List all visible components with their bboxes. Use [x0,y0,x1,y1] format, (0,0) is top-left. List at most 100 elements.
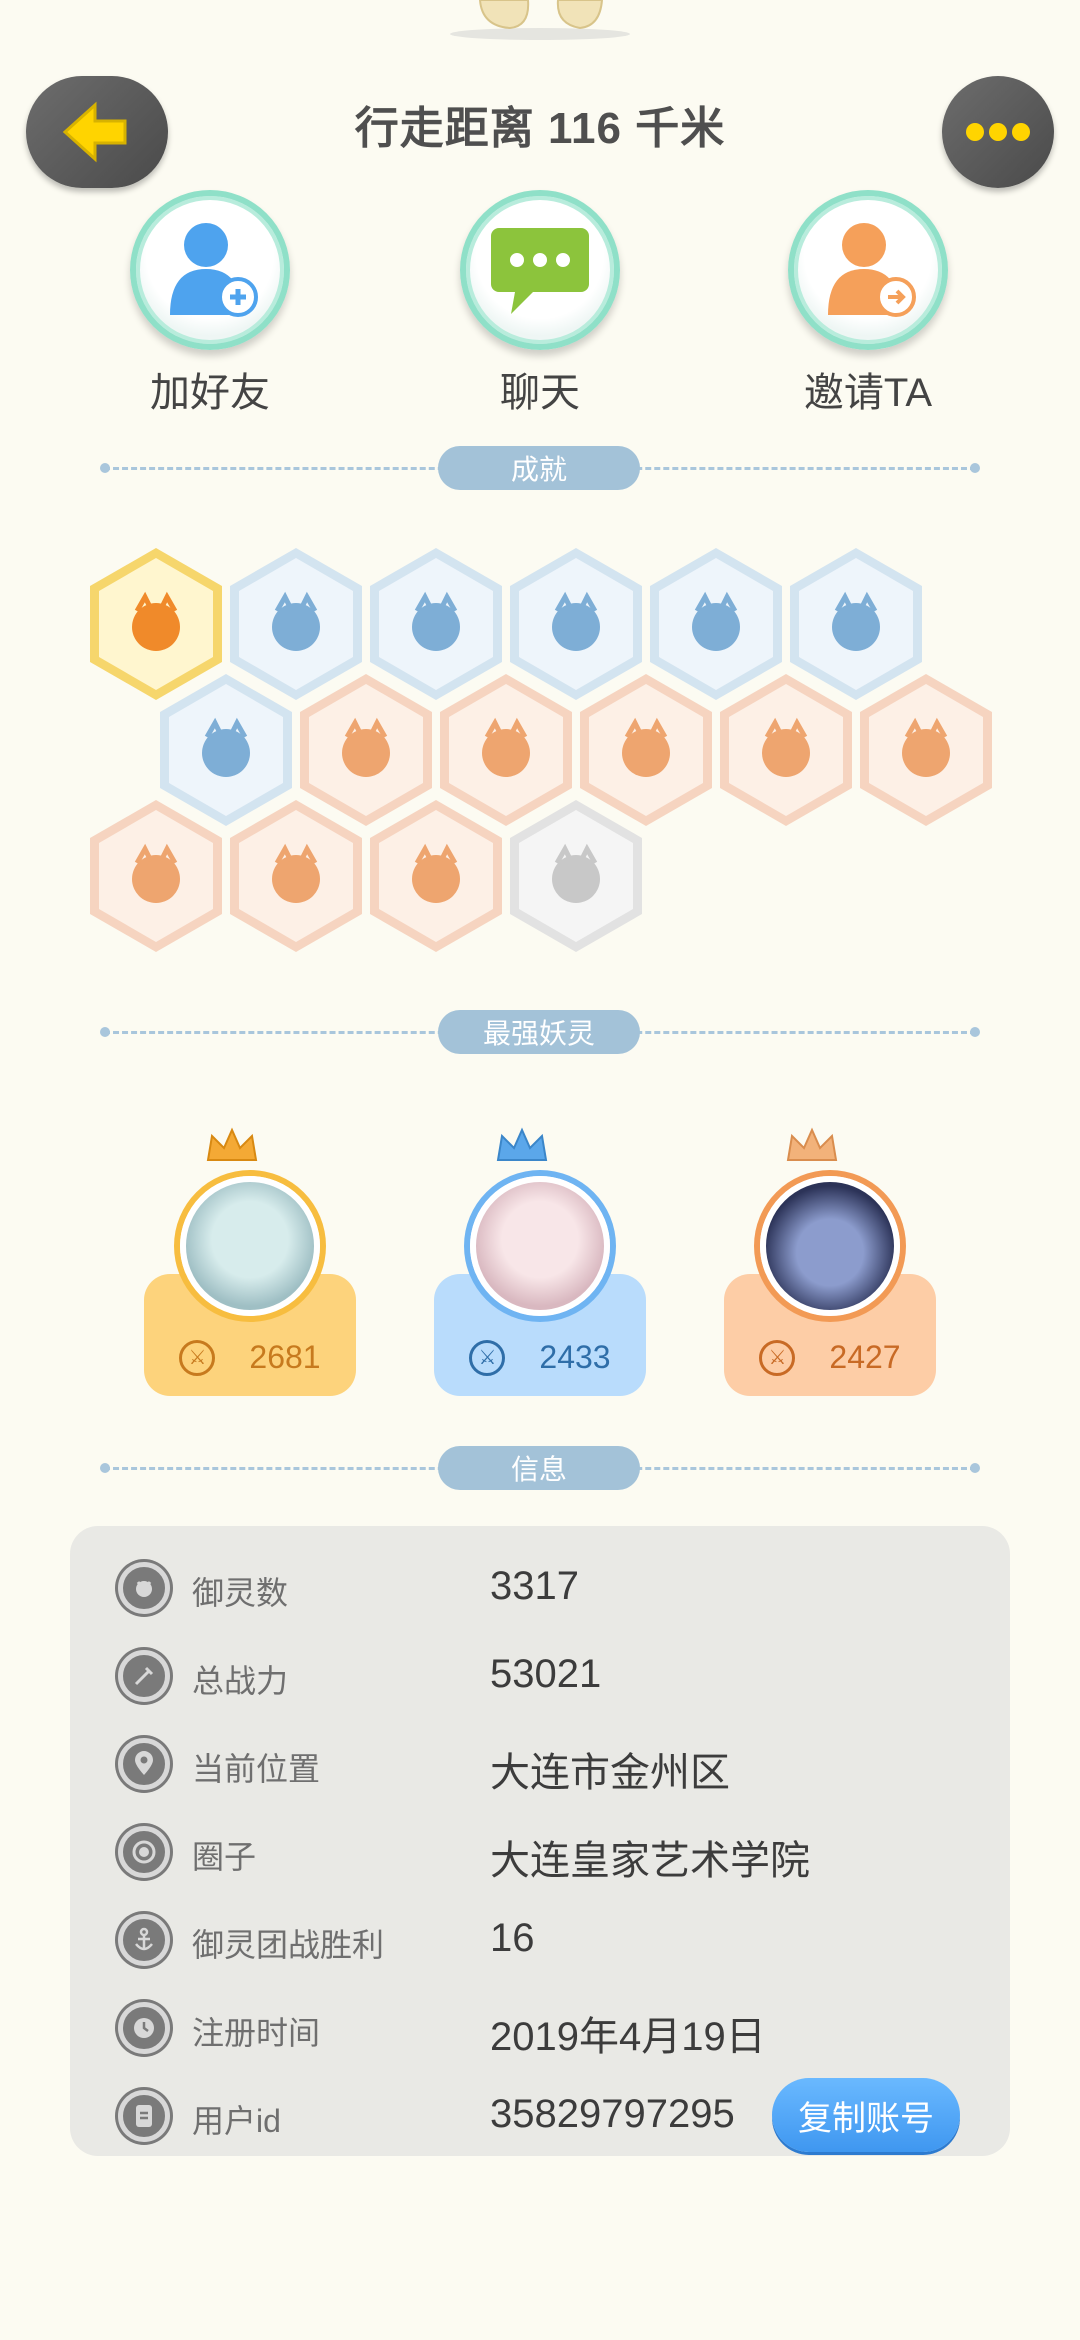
achievement-badge[interactable] [650,548,782,700]
achievement-badge-inner [589,684,703,816]
chat-action[interactable]: 聊天 [450,190,630,418]
info-label: 注册时间 [192,2015,321,2051]
info-row-spirit-count: 御灵数 3317 [70,1546,1010,1634]
more-dots-icon [966,123,1030,141]
info-row-register-time: 注册时间 2019年4月19日 [70,1986,1010,2074]
info-row-circle: 圈子 大连皇家艺术学院 [70,1810,1010,1898]
page-title: 行走距离 116 千米 [354,104,726,153]
spirit-card-1[interactable]: ⚔ 2681 [144,1127,356,1396]
strongest-divider: 最强妖灵 [100,1010,980,1054]
achievements-divider: 成就 [100,446,980,490]
info-value: 2019年4月19日 [490,2015,766,2059]
info-value: 16 [490,1916,535,1960]
achievement-badge[interactable] [580,674,712,826]
anchor-icon [118,1914,170,1966]
achievement-badge-inner [659,558,773,690]
info-divider: 信息 [100,1446,980,1490]
achievement-badge-inner [799,558,913,690]
info-value: 35829797295 [490,2092,735,2136]
achievement-badge-inner [309,684,423,816]
radar-badge-icon [412,591,460,651]
info-label: 用户id [192,2103,281,2139]
achievement-badge-inner [99,810,213,942]
info-row-location: 当前位置 大连市金州区 [70,1722,1010,1810]
achievement-badge[interactable] [160,674,292,826]
invite-button[interactable] [788,190,948,350]
invite-action[interactable]: 邀请TA [778,190,958,418]
chat-button[interactable] [460,190,620,350]
achievement-badge[interactable] [370,548,502,700]
swirl-badge-icon [482,717,530,777]
achievement-badge[interactable] [720,674,852,826]
info-label: 圈子 [192,1839,257,1875]
achievement-badge-inner [379,810,493,942]
achievement-badge-inner [169,684,283,816]
achievement-badge[interactable] [90,800,222,952]
add-friend-button[interactable] [130,190,290,350]
copy-account-button[interactable]: 复制账号 [772,2078,960,2152]
circle-group-icon [118,1826,170,1878]
info-value: 3317 [490,1564,579,1608]
info-row-team-wins: 御灵团战胜利 16 [70,1898,1010,1986]
achievement-badge-inner [519,810,633,942]
achievement-badge-inner [379,558,493,690]
yinyang-book-badge-icon [832,591,880,651]
achievement-badge[interactable] [510,548,642,700]
info-label: 总战力 [192,1663,289,1699]
spirit-card-2[interactable]: ⚔ 2433 [434,1127,646,1396]
fox-badge-icon [132,591,180,651]
add-friend-icon [170,223,258,317]
achievement-badge[interactable] [510,800,642,952]
achievement-badge-inner [239,810,353,942]
invite-icon [828,223,916,317]
crown-icon [786,1127,838,1161]
invite-label: 邀请TA [803,371,933,415]
info-row-total-power: 总战力 53021 [70,1634,1010,1722]
cat-badge-icon [902,717,950,777]
monkey-badge-icon [622,717,670,777]
id-card-icon [118,2090,170,2142]
location-pin-icon [118,1738,170,1790]
spirit-badge-icon [202,717,250,777]
crown-icon [206,1127,258,1161]
info-title: 信息 [438,1446,640,1490]
achievement-badge[interactable] [860,674,992,826]
crystal-ball-badge-icon [692,591,740,651]
achievements-title: 成就 [438,446,640,490]
ox-badge-icon [412,843,460,903]
achievement-badge[interactable] [300,674,432,826]
info-label: 御灵数 [192,1575,289,1611]
info-value: 53021 [490,1652,602,1696]
spirit-card-3[interactable]: ⚔ 2427 [724,1127,936,1396]
info-panel: 御灵数 3317 总战力 53021 当前位置 大连市金州区 圈子 大连皇家艺术… [70,1526,1010,2156]
achievement-badge-inner [519,558,633,690]
spirit-power: 2433 [539,1339,611,1375]
spirit-power: 2681 [249,1339,321,1375]
sword-icon: ⚔ [759,1339,796,1376]
spirit-count-icon [118,1562,170,1614]
add-friend-action[interactable]: 加好友 [120,190,300,418]
achievement-badge-inner [869,684,983,816]
cart-badge-icon [762,717,810,777]
shield-badge-icon [272,843,320,903]
info-value: 大连皇家艺术学院 [490,1839,810,1883]
achievement-badge[interactable] [440,674,572,826]
more-button[interactable] [942,76,1054,188]
sword-icon: ⚔ [469,1339,506,1376]
koi-badge-icon [132,843,180,903]
moon-badge-icon [552,591,600,651]
achievement-badge[interactable] [370,800,502,952]
achievement-badge[interactable] [230,800,362,952]
achievement-badge-inner [99,558,213,690]
add-friend-label: 加好友 [150,371,270,415]
achievement-badge-inner [729,684,843,816]
achievement-badge[interactable] [230,548,362,700]
spirit-avatar [470,1176,610,1316]
info-label: 御灵团战胜利 [192,1927,385,1963]
achievement-badge[interactable] [790,548,922,700]
achievement-badge[interactable] [90,548,222,700]
character-feet-decoration [450,0,630,40]
strongest-title: 最强妖灵 [438,1010,640,1054]
spirit-avatar [760,1176,900,1316]
egg-badge-icon [342,717,390,777]
